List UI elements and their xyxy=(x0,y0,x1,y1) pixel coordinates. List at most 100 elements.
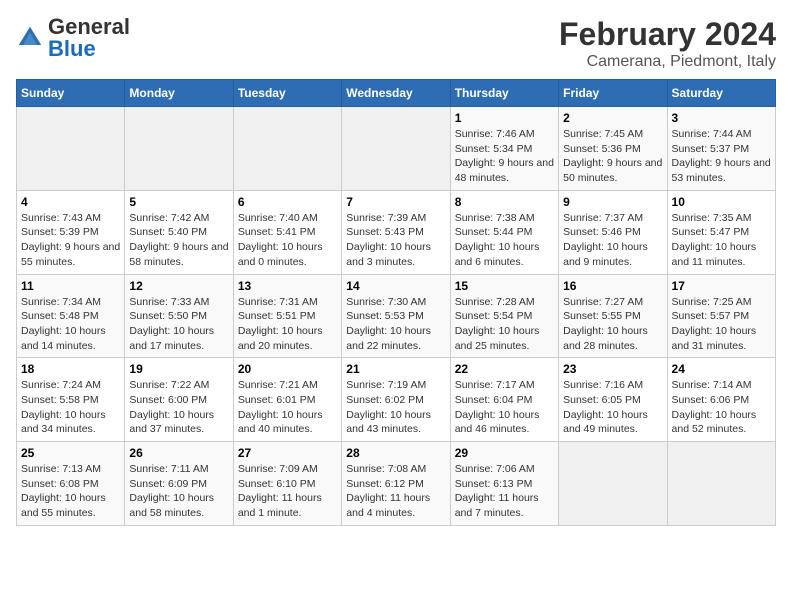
day-info: Sunrise: 7:08 AMSunset: 6:12 PMDaylight:… xyxy=(346,462,445,521)
day-info: Sunrise: 7:24 AMSunset: 5:58 PMDaylight:… xyxy=(21,378,120,437)
calendar-cell: 5 Sunrise: 7:42 AMSunset: 5:40 PMDaylight… xyxy=(125,190,233,274)
calendar-cell: 25 Sunrise: 7:13 AMSunset: 6:08 PMDayligh… xyxy=(17,442,125,526)
day-number: 2 xyxy=(563,111,662,125)
calendar-week-row: 11 Sunrise: 7:34 AMSunset: 5:48 PMDayligh… xyxy=(17,274,776,358)
calendar-table: SundayMondayTuesdayWednesdayThursdayFrid… xyxy=(16,79,776,526)
day-info: Sunrise: 7:13 AMSunset: 6:08 PMDaylight:… xyxy=(21,462,120,521)
day-number: 7 xyxy=(346,195,445,209)
calendar-cell: 15 Sunrise: 7:28 AMSunset: 5:54 PMDayligh… xyxy=(450,274,558,358)
day-number: 12 xyxy=(129,279,228,293)
calendar-cell xyxy=(17,107,125,191)
calendar-cell: 13 Sunrise: 7:31 AMSunset: 5:51 PMDayligh… xyxy=(233,274,341,358)
day-info: Sunrise: 7:34 AMSunset: 5:48 PMDaylight:… xyxy=(21,295,120,354)
day-number: 10 xyxy=(672,195,771,209)
day-number: 25 xyxy=(21,446,120,460)
day-info: Sunrise: 7:27 AMSunset: 5:55 PMDaylight:… xyxy=(563,295,662,354)
day-number: 20 xyxy=(238,362,337,376)
calendar-cell: 6 Sunrise: 7:40 AMSunset: 5:41 PMDaylight… xyxy=(233,190,341,274)
day-header-thursday: Thursday xyxy=(450,80,558,107)
day-number: 9 xyxy=(563,195,662,209)
day-info: Sunrise: 7:09 AMSunset: 6:10 PMDaylight:… xyxy=(238,462,337,521)
calendar-cell: 14 Sunrise: 7:30 AMSunset: 5:53 PMDayligh… xyxy=(342,274,450,358)
day-info: Sunrise: 7:06 AMSunset: 6:13 PMDaylight:… xyxy=(455,462,554,521)
day-number: 26 xyxy=(129,446,228,460)
day-number: 16 xyxy=(563,279,662,293)
day-info: Sunrise: 7:16 AMSunset: 6:05 PMDaylight:… xyxy=(563,378,662,437)
day-number: 15 xyxy=(455,279,554,293)
calendar-week-row: 25 Sunrise: 7:13 AMSunset: 6:08 PMDayligh… xyxy=(17,442,776,526)
calendar-cell: 19 Sunrise: 7:22 AMSunset: 6:00 PMDayligh… xyxy=(125,358,233,442)
calendar-cell xyxy=(342,107,450,191)
logo-text: General Blue xyxy=(48,16,130,60)
calendar-cell: 22Sunrise: 7:17 AMSunset: 6:04 PMDayligh… xyxy=(450,358,558,442)
day-header-saturday: Saturday xyxy=(667,80,775,107)
day-number: 24 xyxy=(672,362,771,376)
day-info: Sunrise: 7:19 AMSunset: 6:02 PMDaylight:… xyxy=(346,378,445,437)
calendar-cell xyxy=(233,107,341,191)
day-number: 5 xyxy=(129,195,228,209)
calendar-week-row: 18 Sunrise: 7:24 AMSunset: 5:58 PMDayligh… xyxy=(17,358,776,442)
day-info: Sunrise: 7:21 AMSunset: 6:01 PMDaylight:… xyxy=(238,378,337,437)
calendar-cell: 29 Sunrise: 7:06 AMSunset: 6:13 PMDayligh… xyxy=(450,442,558,526)
day-number: 17 xyxy=(672,279,771,293)
day-header-tuesday: Tuesday xyxy=(233,80,341,107)
calendar-cell xyxy=(667,442,775,526)
calendar-week-row: 4 Sunrise: 7:43 AMSunset: 5:39 PMDaylight… xyxy=(17,190,776,274)
day-number: 14 xyxy=(346,279,445,293)
logo-icon xyxy=(16,24,44,52)
calendar-cell: 20 Sunrise: 7:21 AMSunset: 6:01 PMDayligh… xyxy=(233,358,341,442)
day-info: Sunrise: 7:33 AMSunset: 5:50 PMDaylight:… xyxy=(129,295,228,354)
calendar-cell xyxy=(125,107,233,191)
day-info: Sunrise: 7:43 AMSunset: 5:39 PMDaylight:… xyxy=(21,211,120,270)
calendar-cell: 18 Sunrise: 7:24 AMSunset: 5:58 PMDayligh… xyxy=(17,358,125,442)
day-info: Sunrise: 7:40 AMSunset: 5:41 PMDaylight:… xyxy=(238,211,337,270)
calendar-cell: 23 Sunrise: 7:16 AMSunset: 6:05 PMDayligh… xyxy=(559,358,667,442)
calendar-cell: 3 Sunrise: 7:44 AMSunset: 5:37 PMDaylight… xyxy=(667,107,775,191)
day-header-friday: Friday xyxy=(559,80,667,107)
calendar-cell: 8Sunrise: 7:38 AMSunset: 5:44 PMDaylight… xyxy=(450,190,558,274)
day-info: Sunrise: 7:42 AMSunset: 5:40 PMDaylight:… xyxy=(129,211,228,270)
day-number: 29 xyxy=(455,446,554,460)
day-info: Sunrise: 7:37 AMSunset: 5:46 PMDaylight:… xyxy=(563,211,662,270)
day-info: Sunrise: 7:38 AMSunset: 5:44 PMDaylight:… xyxy=(455,211,554,270)
day-info: Sunrise: 7:44 AMSunset: 5:37 PMDaylight:… xyxy=(672,127,771,186)
calendar-cell: 10Sunrise: 7:35 AMSunset: 5:47 PMDayligh… xyxy=(667,190,775,274)
day-info: Sunrise: 7:46 AMSunset: 5:34 PMDaylight:… xyxy=(455,127,554,186)
page-header: General Blue February 2024 Camerana, Pie… xyxy=(16,16,776,71)
logo: General Blue xyxy=(16,16,130,60)
day-info: Sunrise: 7:30 AMSunset: 5:53 PMDaylight:… xyxy=(346,295,445,354)
day-info: Sunrise: 7:28 AMSunset: 5:54 PMDaylight:… xyxy=(455,295,554,354)
day-number: 28 xyxy=(346,446,445,460)
calendar-cell: 21Sunrise: 7:19 AMSunset: 6:02 PMDayligh… xyxy=(342,358,450,442)
title-area: February 2024 Camerana, Piedmont, Italy xyxy=(559,16,776,71)
day-number: 19 xyxy=(129,362,228,376)
logo-blue: Blue xyxy=(48,36,96,61)
calendar-cell: 28 Sunrise: 7:08 AMSunset: 6:12 PMDayligh… xyxy=(342,442,450,526)
day-header-sunday: Sunday xyxy=(17,80,125,107)
day-number: 6 xyxy=(238,195,337,209)
main-title: February 2024 xyxy=(559,16,776,53)
day-number: 11 xyxy=(21,279,120,293)
subtitle: Camerana, Piedmont, Italy xyxy=(559,53,776,71)
calendar-cell: 27Sunrise: 7:09 AMSunset: 6:10 PMDayligh… xyxy=(233,442,341,526)
calendar-cell: 16 Sunrise: 7:27 AMSunset: 5:55 PMDayligh… xyxy=(559,274,667,358)
calendar-week-row: 1 Sunrise: 7:46 AMSunset: 5:34 PMDaylight… xyxy=(17,107,776,191)
day-info: Sunrise: 7:17 AMSunset: 6:04 PMDaylight:… xyxy=(455,378,554,437)
calendar-cell: 12 Sunrise: 7:33 AMSunset: 5:50 PMDayligh… xyxy=(125,274,233,358)
day-info: Sunrise: 7:14 AMSunset: 6:06 PMDaylight:… xyxy=(672,378,771,437)
day-number: 23 xyxy=(563,362,662,376)
day-number: 18 xyxy=(21,362,120,376)
day-info: Sunrise: 7:22 AMSunset: 6:00 PMDaylight:… xyxy=(129,378,228,437)
calendar-cell: 11 Sunrise: 7:34 AMSunset: 5:48 PMDayligh… xyxy=(17,274,125,358)
day-number: 1 xyxy=(455,111,554,125)
day-info: Sunrise: 7:11 AMSunset: 6:09 PMDaylight:… xyxy=(129,462,228,521)
calendar-cell: 17Sunrise: 7:25 AMSunset: 5:57 PMDayligh… xyxy=(667,274,775,358)
day-info: Sunrise: 7:31 AMSunset: 5:51 PMDaylight:… xyxy=(238,295,337,354)
day-number: 3 xyxy=(672,111,771,125)
day-number: 13 xyxy=(238,279,337,293)
day-number: 4 xyxy=(21,195,120,209)
calendar-cell xyxy=(559,442,667,526)
calendar-cell: 26 Sunrise: 7:11 AMSunset: 6:09 PMDayligh… xyxy=(125,442,233,526)
calendar-cell: 24 Sunrise: 7:14 AMSunset: 6:06 PMDayligh… xyxy=(667,358,775,442)
calendar-cell: 4 Sunrise: 7:43 AMSunset: 5:39 PMDaylight… xyxy=(17,190,125,274)
